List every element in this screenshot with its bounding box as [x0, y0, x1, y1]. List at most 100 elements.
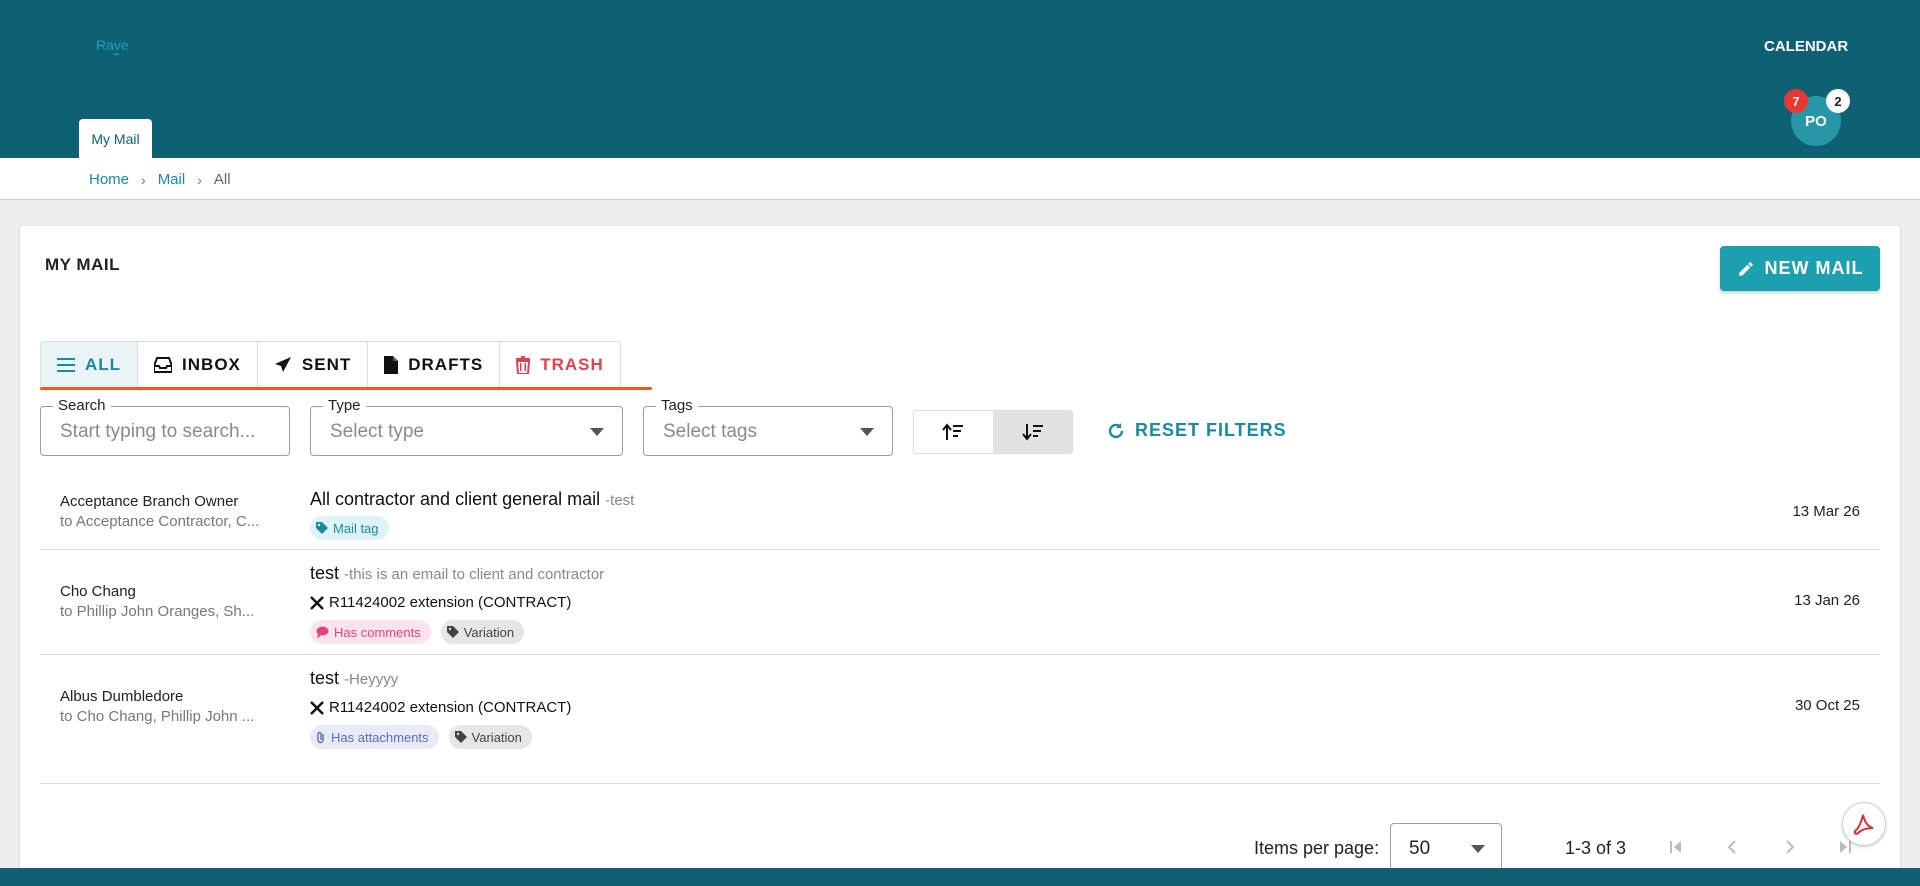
first-page-icon [1670, 841, 1681, 853]
chevron-right-icon: › [141, 171, 146, 188]
tools-icon [310, 595, 324, 610]
send-icon [274, 356, 291, 372]
tab-drafts-label: DRAFTS [408, 354, 484, 374]
tab-sent-label: SENT [301, 354, 352, 374]
tag-chip[interactable]: Variation [448, 725, 532, 749]
sort-descending-button[interactable] [992, 411, 1072, 453]
mail-sender: Cho Chang [60, 583, 136, 600]
tab-drafts[interactable]: DRAFTS [368, 342, 501, 387]
first-page-button[interactable] [1661, 832, 1691, 862]
tag-icon [446, 626, 459, 638]
tab-all-label: ALL [85, 354, 122, 374]
tag-chip[interactable]: Mail tag [310, 516, 389, 540]
pagination-range: 1-3 of 3 [1565, 838, 1627, 858]
type-label: Type [323, 397, 366, 414]
mail-subject-line: test -Heyyyy [310, 668, 398, 689]
comment-icon [316, 626, 329, 638]
paperclip-icon [317, 731, 324, 743]
mail-snippet: -test [605, 492, 635, 509]
mail-tags: Mail tag [310, 516, 389, 540]
new-mail-button[interactable]: NEW MAIL [1720, 246, 1880, 291]
mail-snippet: -Heyyyy [344, 671, 399, 688]
mail-recipients: to Phillip John Oranges, Sh... [60, 603, 255, 620]
tab-all[interactable]: ALL [41, 342, 139, 387]
tag-icon [454, 731, 467, 743]
tab-inbox[interactable]: INBOX [138, 342, 258, 387]
tag-label: Has comments [334, 624, 421, 640]
tab-my-mail[interactable]: My Mail [79, 119, 152, 158]
breadcrumb-mail[interactable]: Mail [158, 171, 186, 188]
trash-icon [516, 355, 531, 374]
file-icon [384, 355, 399, 374]
mail-row[interactable]: Cho Chang to Phillip John Oranges, Sh...… [40, 550, 1880, 655]
chevron-left-icon [1727, 840, 1736, 854]
mail-tags: Has comments Variation [310, 620, 525, 644]
type-select[interactable]: Type Select type [310, 397, 623, 456]
new-mail-label: NEW MAIL [1764, 258, 1864, 278]
app-logo[interactable]: Rave ▬ [96, 37, 129, 57]
tags-label: Tags [656, 397, 698, 414]
calendar-link[interactable]: CALENDAR [1764, 38, 1848, 55]
search-field[interactable]: Search Start typing to search... [40, 397, 290, 456]
mail-contract[interactable]: R11424002 extension (CONTRACT) [310, 699, 571, 716]
bottom-bar [0, 868, 1920, 886]
items-per-page-select[interactable]: 50 [1390, 823, 1502, 873]
breadcrumb-current: All [213, 171, 231, 188]
tab-sent[interactable]: SENT [258, 342, 369, 387]
pdf-button[interactable] [1842, 802, 1886, 846]
type-placeholder: Select type [330, 421, 424, 442]
mail-recipients: to Acceptance Contractor, C... [60, 513, 260, 530]
page-title: MY MAIL [45, 255, 120, 274]
reset-filters-label: RESET FILTERS [1135, 420, 1287, 440]
sort-ascending-icon [942, 423, 964, 440]
previous-page-button[interactable] [1717, 832, 1747, 862]
tab-trash[interactable]: TRASH [500, 342, 620, 387]
tag-label: Variation [471, 729, 522, 745]
tab-inbox-label: INBOX [182, 354, 241, 374]
reset-filters-button[interactable]: RESET FILTERS [1107, 420, 1287, 441]
tag-chip[interactable]: Variation [440, 620, 525, 644]
tag-icon [316, 522, 328, 534]
breadcrumb-home[interactable]: Home [89, 171, 129, 188]
mail-folder-tabs: ALL INBOX SENT DRAFTS TRASH [40, 341, 621, 388]
sort-toggle-group [913, 410, 1073, 454]
breadcrumb-bar: Home › Mail › All [0, 158, 1920, 200]
next-page-button[interactable] [1775, 832, 1805, 862]
mail-row[interactable]: Acceptance Branch Owner to Acceptance Co… [40, 478, 1880, 550]
mail-date: 30 Oct 25 [1794, 697, 1860, 714]
mail-contract[interactable]: R11424002 extension (CONTRACT) [310, 594, 571, 611]
mail-snippet: -this is an email to client and contract… [344, 566, 605, 583]
chevron-down-icon [590, 428, 604, 436]
mail-sender: Acceptance Branch Owner [60, 493, 239, 510]
contract-label: R11424002 extension (CONTRACT) [329, 594, 572, 611]
mail-subject: All contractor and client general mail [310, 489, 601, 509]
chevron-right-icon [1786, 840, 1795, 854]
notification-badge[interactable]: 7 [1784, 89, 1808, 113]
mail-date: 13 Mar 26 [1792, 503, 1860, 520]
contract-label: R11424002 extension (CONTRACT) [329, 699, 572, 716]
pencil-icon [1738, 261, 1753, 276]
tab-trash-label: TRASH [540, 354, 604, 374]
search-input[interactable]: Start typing to search... [60, 421, 255, 443]
has-comments-chip[interactable]: Has comments [310, 620, 431, 644]
mail-recipients: to Cho Chang, Phillip John ... [60, 708, 255, 725]
tag-label: Variation [463, 624, 515, 640]
tabs-highlight-underline [40, 387, 652, 390]
chevron-down-icon [1471, 845, 1485, 853]
items-per-page-value: 50 [1409, 838, 1431, 859]
refresh-icon [1108, 422, 1124, 438]
message-badge[interactable]: 2 [1826, 89, 1850, 113]
chevron-right-icon: › [197, 171, 202, 188]
tags-select[interactable]: Tags Select tags [643, 397, 893, 456]
mail-subject-line: All contractor and client general mail -… [310, 489, 634, 510]
inbox-icon [154, 356, 173, 373]
mail-row[interactable]: Albus Dumbledore to Cho Chang, Phillip J… [40, 655, 1880, 784]
sort-ascending-button[interactable] [914, 411, 993, 453]
chevron-down-icon [860, 428, 874, 436]
mail-sender: Albus Dumbledore [60, 688, 184, 705]
search-label: Search [53, 397, 111, 414]
top-bar: Rave ▬ CALENDAR My Mail [0, 0, 1920, 158]
tag-label: Mail tag [333, 520, 379, 536]
has-attachments-chip[interactable]: Has attachments [310, 725, 439, 749]
tags-placeholder: Select tags [663, 421, 757, 442]
